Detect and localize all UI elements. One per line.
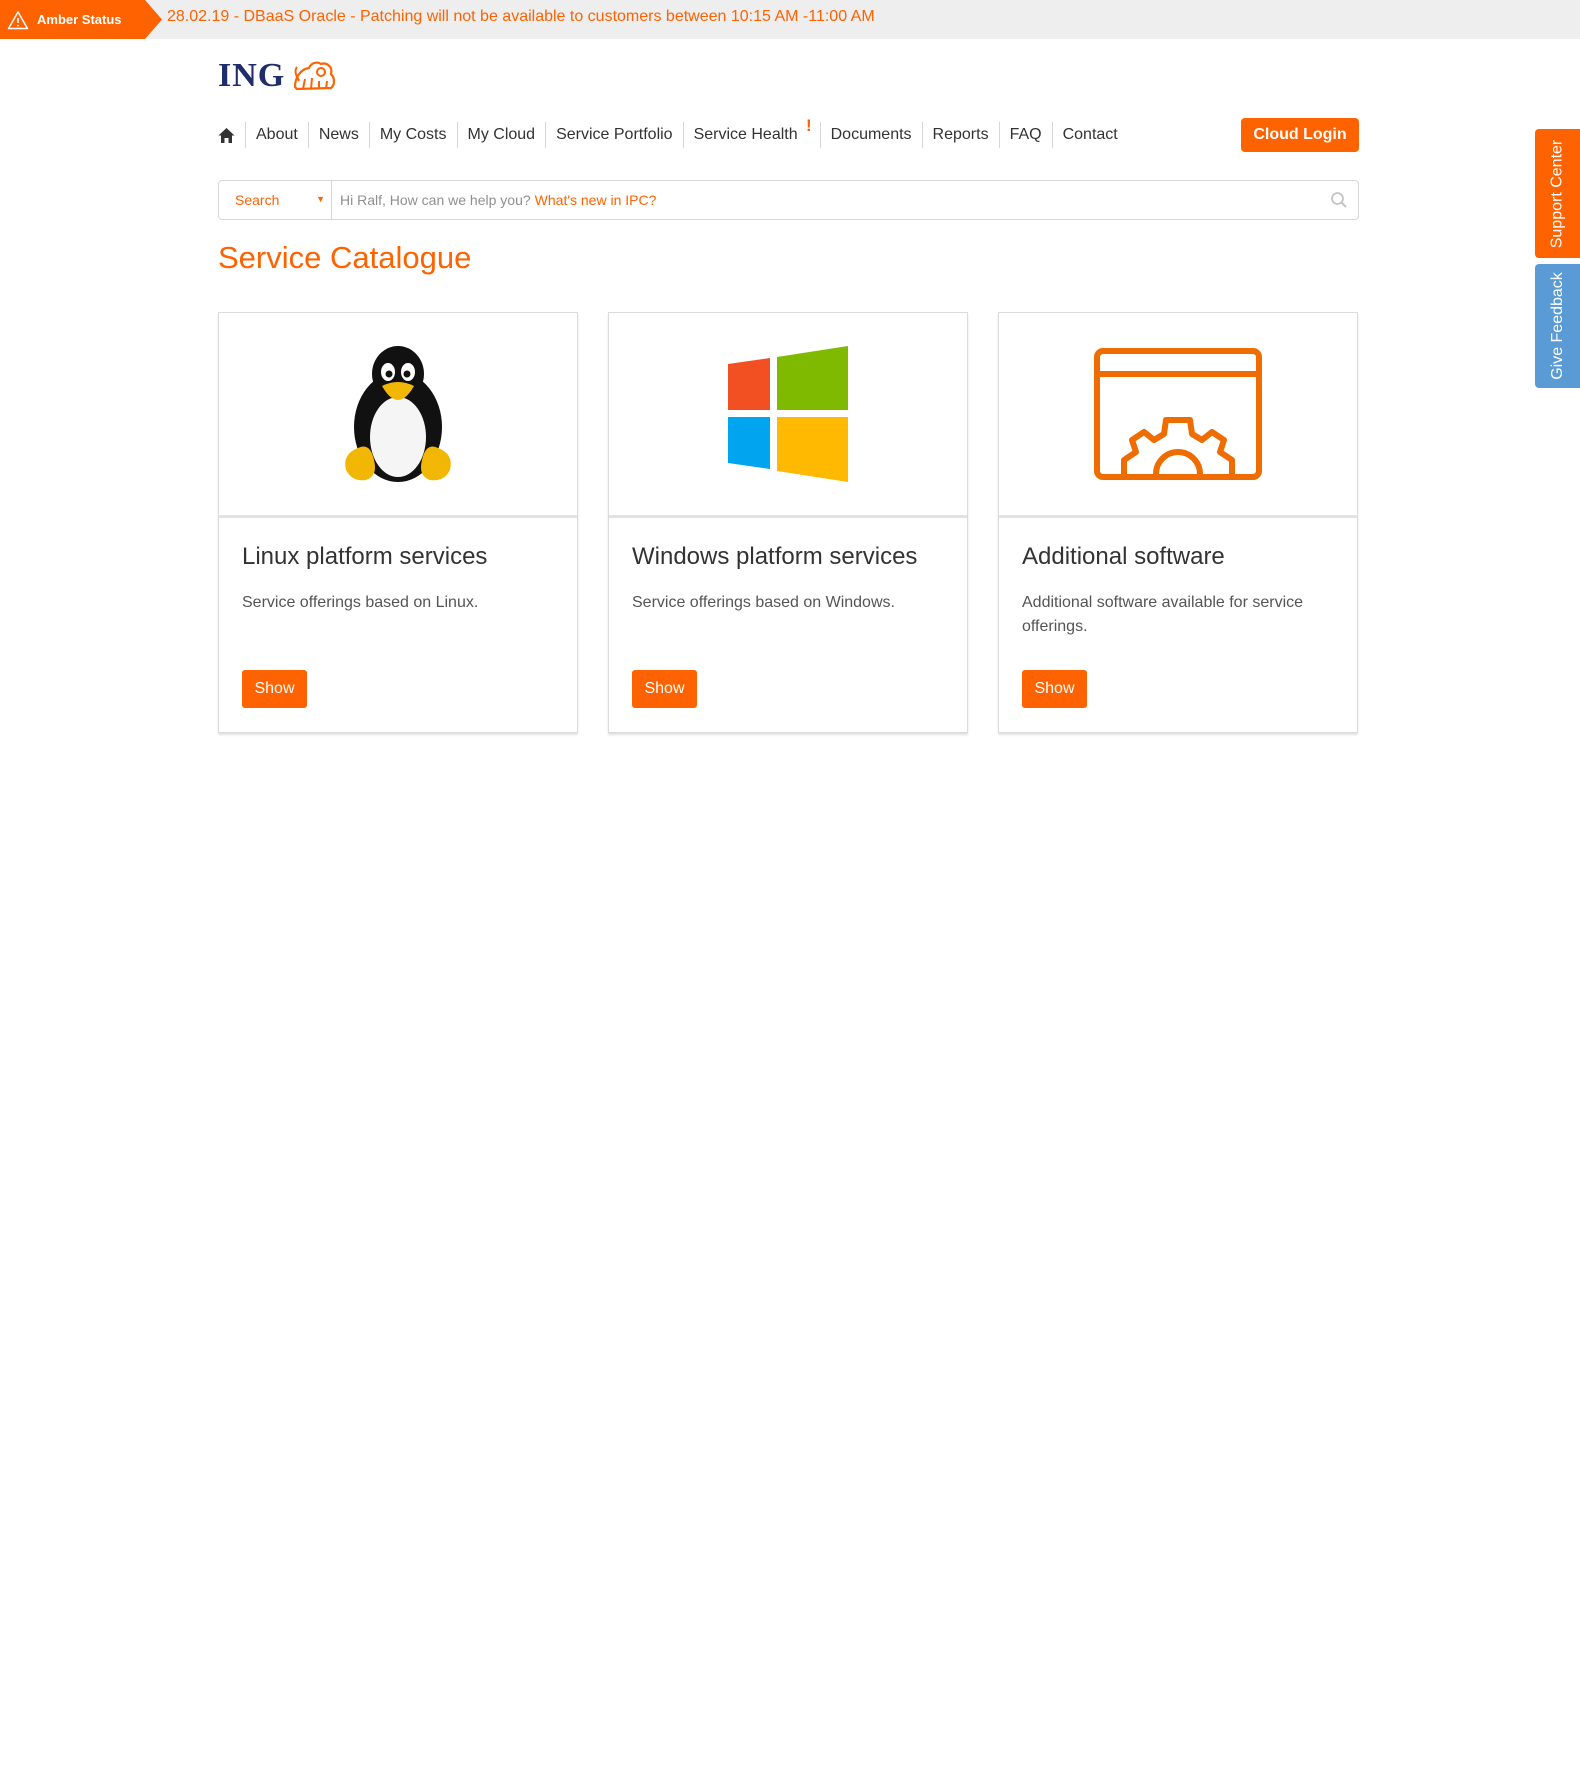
nav-faq[interactable]: FAQ	[998, 122, 1052, 148]
status-badge-label: Amber Status	[37, 12, 122, 27]
card-description: Service offerings based on Linux.	[242, 594, 479, 611]
caret-down-icon: ▼	[316, 194, 325, 204]
search-input[interactable]: Hi Ralf, How can we help you? What's new…	[332, 181, 1358, 219]
nav-news[interactable]: News	[307, 122, 369, 148]
give-feedback-label: Give Feedback	[1548, 272, 1566, 380]
card-windows: Windows platform services Service offeri…	[608, 312, 968, 733]
nav-service-health-label: Service Health	[693, 126, 798, 143]
whats-new-link[interactable]: What's new in IPC?	[535, 192, 657, 208]
show-linux-button[interactable]: Show	[242, 670, 307, 708]
software-gear-icon	[1094, 348, 1262, 480]
nav-about[interactable]: About	[245, 122, 308, 148]
amber-status-badge: Amber Status	[0, 0, 162, 39]
card-linux: Linux platform services Service offering…	[218, 312, 578, 733]
linux-penguin-icon	[345, 345, 451, 482]
page-title: Service Catalogue	[218, 240, 472, 275]
card-description: Additional software available for servic…	[1022, 594, 1304, 635]
card-title: Additional software	[1022, 543, 1225, 570]
search-prompt: Hi Ralf, How can we help you?	[340, 192, 531, 208]
status-banner: Amber Status 28.02.19 - DBaaS Oracle - P…	[0, 0, 1580, 39]
nav-documents[interactable]: Documents	[819, 122, 922, 148]
cloud-login-button[interactable]: Cloud Login	[1241, 118, 1359, 152]
nav-service-portfolio[interactable]: Service Portfolio	[545, 122, 683, 148]
status-message[interactable]: 28.02.19 - DBaaS Oracle - Patching will …	[167, 8, 875, 26]
nav-reports[interactable]: Reports	[921, 122, 999, 148]
lion-icon	[294, 61, 336, 91]
warning-icon	[7, 10, 29, 29]
windows-logo-icon	[728, 346, 848, 482]
support-center-label: Support Center	[1548, 139, 1566, 248]
nav-my-costs[interactable]: My Costs	[368, 122, 457, 148]
home-icon	[218, 127, 235, 143]
health-alert-icon: !	[805, 116, 812, 135]
nav-service-health[interactable]: Service Health !	[682, 116, 820, 148]
nav-home[interactable]	[218, 122, 245, 148]
search-icon[interactable]	[1330, 191, 1348, 209]
main-nav: About News My Costs My Cloud Service Por…	[218, 116, 1128, 148]
card-media	[609, 313, 967, 518]
search-scope-label: Search	[235, 192, 280, 208]
nav-my-cloud[interactable]: My Cloud	[456, 122, 546, 148]
logo-text: ING	[218, 57, 286, 94]
card-description: Service offerings based on Windows.	[632, 594, 895, 611]
ing-logo[interactable]: ING	[218, 57, 337, 94]
give-feedback-tab[interactable]: Give Feedback	[1535, 264, 1580, 388]
show-windows-button[interactable]: Show	[632, 670, 697, 708]
show-additional-software-button[interactable]: Show	[1022, 670, 1087, 708]
card-title: Windows platform services	[632, 543, 918, 570]
nav-contact[interactable]: Contact	[1051, 122, 1128, 148]
search-scope-select[interactable]: Search ▼	[219, 181, 332, 219]
search-bar: Search ▼ Hi Ralf, How can we help you? W…	[218, 180, 1359, 220]
card-title: Linux platform services	[242, 543, 488, 570]
card-additional-software: Additional software Additional software …	[998, 312, 1358, 733]
card-media	[999, 313, 1357, 518]
card-media	[219, 313, 577, 518]
support-center-tab[interactable]: Support Center	[1535, 129, 1580, 258]
